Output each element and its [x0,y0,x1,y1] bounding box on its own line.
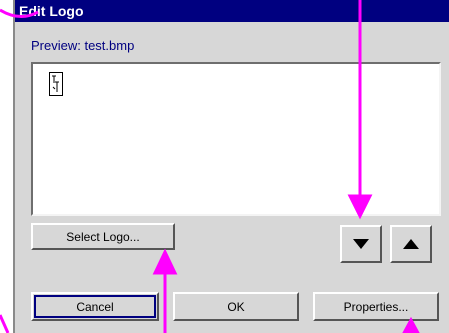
scroll-down-button[interactable] [340,225,382,263]
scroll-up-button[interactable] [390,225,432,263]
logo-thumbnail [49,72,63,96]
preview-area [31,62,441,216]
window-title: Edit Logo [15,0,449,22]
properties-button[interactable]: Properties... [313,292,439,321]
preview-label: Preview: test.bmp [31,38,135,53]
arrow-up-icon [403,239,419,249]
annotation-curve [0,314,10,333]
cancel-button[interactable]: Cancel [31,292,159,321]
select-logo-button[interactable]: Select Logo... [31,223,175,250]
ok-button[interactable]: OK [173,292,299,321]
arrow-down-icon [353,239,369,249]
edit-logo-dialog: Edit Logo Preview: test.bmp Select Logo.… [13,0,449,333]
